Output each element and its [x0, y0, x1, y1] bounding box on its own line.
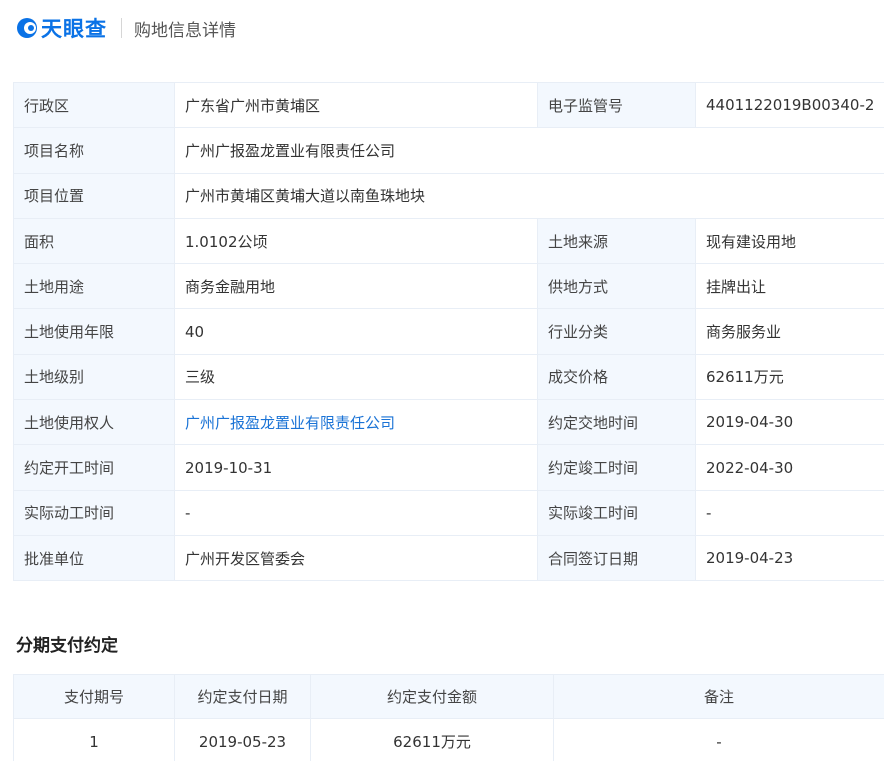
payment-table: 支付期号 约定支付日期 约定支付金额 备注 1 2019-05-23 62611… — [13, 674, 884, 761]
value-land-grade: 三级 — [174, 353, 538, 401]
value-project-name: 广州广报盈龙置业有限责任公司 — [174, 127, 884, 174]
value-area: 1.0102公顷 — [174, 217, 538, 265]
label-right-holder: 土地使用权人 — [13, 399, 175, 446]
label-approval-unit: 批准单位 — [13, 534, 175, 582]
label-industry: 行业分类 — [537, 308, 696, 355]
table-row: 土地使用权人 广州广报盈龙置业有限责任公司 约定交地时间 2019-04-30 — [13, 399, 884, 446]
table-row: 行政区 广东省广州市黄埔区 电子监管号 4401122019B00340-2 — [13, 81, 884, 129]
value-contract-date: 2019-04-23 — [695, 534, 884, 582]
table-row: 面积 1.0102公顷 土地来源 现有建设用地 — [13, 217, 884, 265]
label-planned-start: 约定开工时间 — [13, 444, 175, 491]
logo-text: 天眼查 — [41, 17, 107, 41]
cell-period: 1 — [13, 718, 175, 761]
label-land-source: 土地来源 — [537, 217, 696, 265]
label-actual-completion: 实际竣工时间 — [537, 489, 696, 536]
table-row: 土地用途 商务金融用地 供地方式 挂牌出让 — [13, 263, 884, 310]
label-supply-method: 供地方式 — [537, 263, 696, 310]
value-supervision-no: 4401122019B00340-2 — [695, 81, 884, 129]
table-row: 土地级别 三级 成交价格 62611万元 — [13, 353, 884, 401]
label-project-location: 项目位置 — [13, 172, 175, 219]
column-header-period: 支付期号 — [13, 674, 175, 719]
value-project-location: 广州市黄埔区黄埔大道以南鱼珠地块 — [174, 172, 884, 219]
label-handover-date: 约定交地时间 — [537, 399, 696, 446]
label-actual-start: 实际动工时间 — [13, 489, 175, 536]
table-row: 批准单位 广州开发区管委会 合同签订日期 2019-04-23 — [13, 534, 884, 582]
table-row: 约定开工时间 2019-10-31 约定竣工时间 2022-04-30 — [13, 444, 884, 491]
label-land-grade: 土地级别 — [13, 353, 175, 401]
label-use-term: 土地使用年限 — [13, 308, 175, 355]
cell-pay-amount: 62611万元 — [310, 718, 554, 761]
label-contract-date: 合同签订日期 — [537, 534, 696, 582]
right-holder-link[interactable]: 广州广报盈龙置业有限责任公司 — [174, 399, 538, 446]
label-area: 面积 — [13, 217, 175, 265]
value-land-source: 现有建设用地 — [695, 217, 884, 265]
label-supervision-no: 电子监管号 — [537, 81, 696, 129]
cell-pay-date: 2019-05-23 — [174, 718, 311, 761]
table-row: 项目名称 广州广报盈龙置业有限责任公司 — [13, 127, 884, 174]
label-land-use: 土地用途 — [13, 263, 175, 310]
table-row: 1 2019-05-23 62611万元 - — [13, 718, 884, 761]
column-header-remark: 备注 — [553, 674, 884, 719]
column-header-pay-amount: 约定支付金额 — [310, 674, 554, 719]
label-district: 行政区 — [13, 81, 175, 129]
land-detail-table: 行政区 广东省广州市黄埔区 电子监管号 4401122019B00340-2 项… — [13, 81, 884, 582]
value-actual-completion: - — [695, 489, 884, 536]
table-row: 土地使用年限 40 行业分类 商务服务业 — [13, 308, 884, 355]
value-industry: 商务服务业 — [695, 308, 884, 355]
cell-remark: - — [553, 718, 884, 761]
payment-section-title: 分期支付约定 — [16, 636, 118, 656]
label-planned-completion: 约定竣工时间 — [537, 444, 696, 491]
label-deal-price: 成交价格 — [537, 353, 696, 401]
value-land-use: 商务金融用地 — [174, 263, 538, 310]
table-row: 实际动工时间 - 实际竣工时间 - — [13, 489, 884, 536]
logo-mark-icon — [17, 18, 37, 38]
label-project-name: 项目名称 — [13, 127, 175, 174]
tianyancha-logo[interactable]: 天眼查 — [16, 13, 107, 43]
value-district: 广东省广州市黄埔区 — [174, 81, 538, 129]
value-planned-start: 2019-10-31 — [174, 444, 538, 491]
header-divider — [121, 18, 122, 38]
page-title: 购地信息详情 — [134, 20, 236, 41]
value-handover-date: 2019-04-30 — [695, 399, 884, 446]
value-deal-price: 62611万元 — [695, 353, 884, 401]
column-header-pay-date: 约定支付日期 — [174, 674, 311, 719]
value-approval-unit: 广州开发区管委会 — [174, 534, 538, 582]
value-planned-completion: 2022-04-30 — [695, 444, 884, 491]
value-actual-start: - — [174, 489, 538, 536]
page-header: 天眼查 购地信息详情 — [0, 0, 884, 56]
value-supply-method: 挂牌出让 — [695, 263, 884, 310]
value-use-term: 40 — [174, 308, 538, 355]
table-header-row: 支付期号 约定支付日期 约定支付金额 备注 — [13, 674, 884, 719]
table-row: 项目位置 广州市黄埔区黄埔大道以南鱼珠地块 — [13, 172, 884, 219]
